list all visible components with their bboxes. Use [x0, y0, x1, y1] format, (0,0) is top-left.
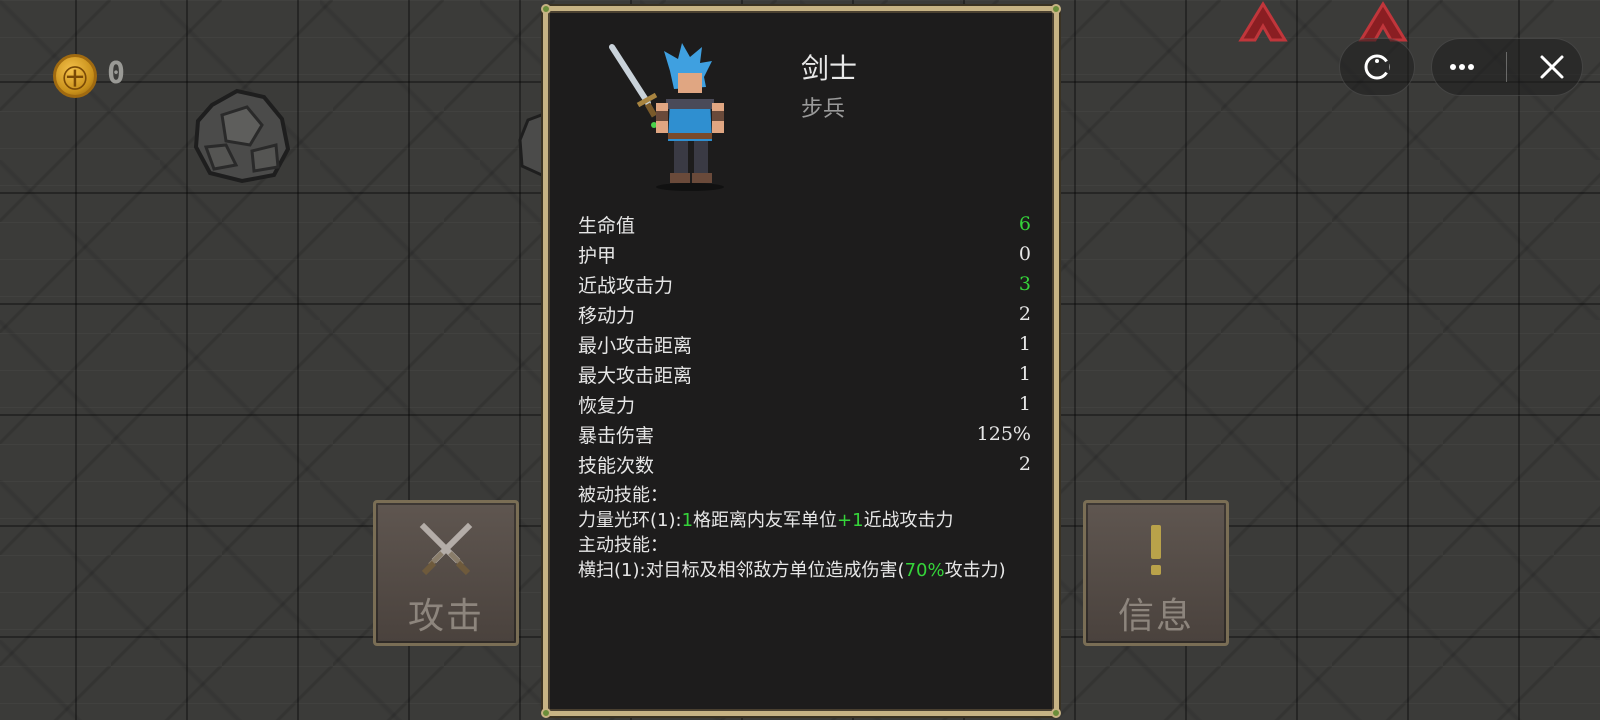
stat-value: 1 — [1018, 363, 1031, 385]
stat-row-recovery: 恢复力 1 — [578, 389, 1031, 419]
unit-type: 步兵 — [801, 97, 846, 122]
stat-label: 最大攻击距离 — [578, 364, 693, 387]
passive-skill-text: 近战攻击力 — [863, 510, 954, 531]
stat-value: 2 — [1018, 453, 1031, 475]
stat-value: 3 — [1018, 273, 1031, 295]
stat-label: 技能次数 — [578, 454, 655, 477]
passive-skill-name: 力量光环(1): — [578, 510, 682, 531]
passive-skill-text: 格距离内友军单位 — [693, 510, 838, 531]
stat-value: 125% — [976, 423, 1031, 445]
stat-label: 移动力 — [578, 304, 636, 327]
active-skill-description: 横扫(1):对目标及相邻敌方单位造成伤害(70%攻击力) — [578, 558, 1031, 583]
active-skill-text: 对目标及相邻敌方单位造成伤害( — [645, 560, 905, 581]
unit-name: 剑士 — [801, 52, 858, 85]
stat-row-crit-damage: 暴击伤害 125% — [578, 419, 1031, 449]
exclamation-icon — [1151, 525, 1161, 575]
stat-row-hp: 生命值 6 — [578, 209, 1031, 239]
panel-corner — [1051, 4, 1061, 14]
stat-value: 1 — [1018, 333, 1031, 355]
info-button[interactable]: 信息 — [1083, 500, 1229, 646]
passive-skill-range: 1 — [681, 510, 694, 531]
panel-corner — [541, 708, 551, 718]
unit-info-panel: 剑士 步兵 生命值 6 护甲 0 近战攻击力 3 移动力 2 最小攻击距离 1 … — [541, 4, 1061, 718]
pacman-icon — [1364, 54, 1390, 80]
attack-button[interactable]: 攻击 — [373, 500, 519, 646]
crossed-swords-icon — [419, 522, 473, 576]
stats-list: 生命值 6 护甲 0 近战攻击力 3 移动力 2 最小攻击距离 1 最大攻击距离… — [578, 209, 1031, 479]
panel-corner — [541, 4, 551, 14]
capsule-menu — [1431, 38, 1583, 96]
passive-skill-description: 力量光环(1):1格距离内友军单位+1近战攻击力 — [578, 508, 1031, 533]
stat-row-skill-uses: 技能次数 2 — [578, 449, 1031, 479]
stat-value: 2 — [1018, 303, 1031, 325]
coin-count: 0 — [107, 56, 126, 91]
info-label: 信息 — [1117, 596, 1194, 637]
panel-corner — [1051, 708, 1061, 718]
stat-row-movement: 移动力 2 — [578, 299, 1031, 329]
stat-value: 0 — [1018, 243, 1031, 265]
game-center-button[interactable] — [1339, 38, 1415, 96]
stat-label: 生命值 — [578, 214, 636, 237]
stat-value: 6 — [1018, 213, 1031, 235]
close-icon[interactable] — [1537, 52, 1567, 82]
stat-row-min-range: 最小攻击距离 1 — [578, 329, 1031, 359]
swordsman-portrait — [609, 43, 724, 191]
coin-icon: ㊉ — [53, 54, 97, 98]
coin-symbol: ㊉ — [63, 64, 87, 93]
stat-label: 恢复力 — [578, 394, 636, 417]
passive-skill-heading: 被动技能： — [578, 485, 668, 506]
stat-label: 最小攻击距离 — [578, 334, 693, 357]
stat-label: 护甲 — [578, 244, 617, 267]
stat-row-melee-attack: 近战攻击力 3 — [578, 269, 1031, 299]
rock-obstacle-partial — [518, 112, 544, 178]
red-arrow-marker — [1238, 1, 1288, 42]
rock-obstacle — [193, 88, 291, 184]
active-skill-heading: 主动技能： — [578, 535, 668, 556]
passive-skill-bonus: +1 — [837, 510, 864, 531]
active-skill-text: 攻击力) — [944, 560, 1006, 581]
capsule-divider — [1506, 52, 1508, 82]
stat-row-max-range: 最大攻击距离 1 — [578, 359, 1031, 389]
more-dots-icon[interactable] — [1447, 52, 1477, 82]
attack-label: 攻击 — [407, 596, 484, 637]
stat-row-armor: 护甲 0 — [578, 239, 1031, 269]
skills-section: 被动技能： 力量光环(1):1格距离内友军单位+1近战攻击力 主动技能： 横扫(… — [578, 483, 1031, 583]
stat-label: 近战攻击力 — [578, 274, 674, 297]
stat-value: 1 — [1018, 393, 1031, 415]
stat-label: 暴击伤害 — [578, 424, 655, 447]
active-skill-name: 横扫(1): — [578, 560, 646, 581]
active-skill-percent: 70% — [904, 560, 945, 581]
